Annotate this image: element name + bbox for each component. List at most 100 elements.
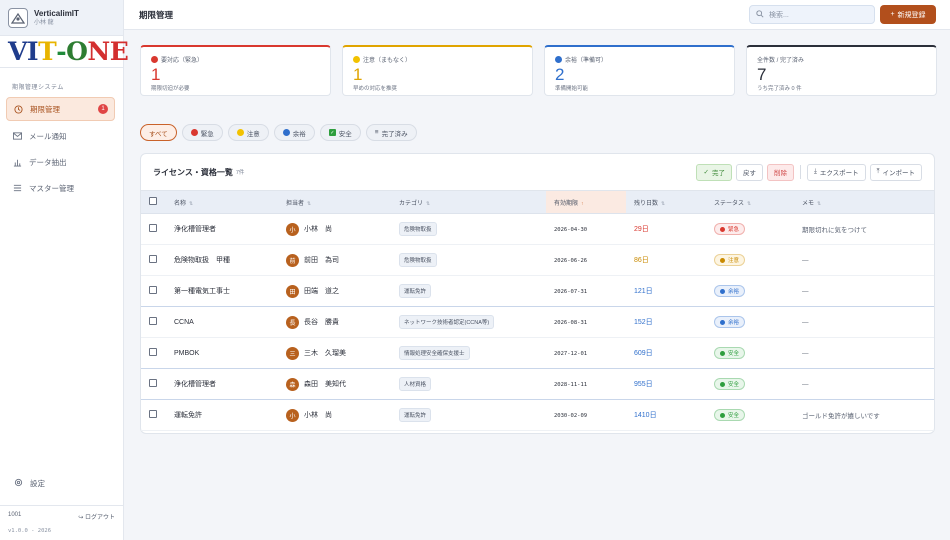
- expiry-cell: 2026-06-26: [546, 244, 626, 276]
- summary-card-label: 注意（まもなく）: [353, 55, 522, 64]
- table-row[interactable]: 危険物取扱 甲種前前田 為司 危険物取扱 2026-06-26 86日 注意 —: [141, 244, 934, 276]
- export-button[interactable]: ⤓ エクスポート: [806, 163, 866, 181]
- row-checkbox[interactable]: [149, 255, 157, 263]
- export-label: エクスポート: [819, 170, 859, 177]
- complete-button[interactable]: ✓ 完了: [696, 163, 732, 181]
- logo-letter: -: [56, 37, 67, 66]
- table-row[interactable]: 運転免許小小林 尚運転免許 2030-02-09 1410日 安全 ゴールド免許が嬉しい…: [141, 399, 934, 431]
- vit-one-logo: VIT-ONE: [0, 36, 129, 68]
- row-checkbox-cell[interactable]: [141, 275, 166, 307]
- divider: [799, 165, 801, 179]
- category-tag: 情報処理安全確保支援士: [399, 346, 470, 360]
- workspace-header[interactable]: VerticalimIT 小林 龍: [0, 0, 123, 36]
- row-checkbox[interactable]: [149, 379, 157, 387]
- status-cell: 余裕: [706, 275, 794, 307]
- filter-chip[interactable]: 注意: [227, 124, 269, 141]
- sidebar-item-deadline[interactable]: 期限管理 1: [6, 97, 115, 121]
- topbar: 期限管理 検索... + 新規登録: [124, 0, 950, 30]
- status-label: 余裕: [728, 320, 740, 326]
- row-checkbox-cell[interactable]: [141, 213, 166, 245]
- import-button[interactable]: ⤒ インポート: [869, 163, 922, 181]
- restore-button[interactable]: 戻す: [735, 163, 763, 181]
- page-title: 期限管理: [139, 9, 174, 20]
- filter-chip[interactable]: 緊急: [181, 124, 223, 141]
- column-header-memo[interactable]: メモ ⇅: [794, 190, 934, 214]
- row-checkbox[interactable]: [149, 286, 157, 294]
- table-row[interactable]: 浄化槽管理者小小林 尚危険物取扱 2026-04-30 29日 緊急 期限切れに気をつけ…: [141, 213, 934, 245]
- category-tag: 危険物取扱: [399, 222, 437, 236]
- sidebar-item-data[interactable]: データ抽出: [6, 151, 115, 173]
- column-header-owner[interactable]: 担当者 ⇅: [278, 190, 391, 214]
- row-checkbox[interactable]: [149, 224, 157, 232]
- new-registration-button[interactable]: + 新規登録: [880, 5, 936, 24]
- summary-card[interactable]: 注意（まもなく） 1 早めの対応を推奨: [342, 45, 533, 96]
- check-icon: ✓: [328, 129, 336, 136]
- filter-chip[interactable]: ✓ 安全: [319, 124, 361, 141]
- row-checkbox[interactable]: [149, 317, 157, 325]
- memo: 期限切れに気をつけて: [794, 213, 934, 245]
- summary-cards: 要対応（緊急） 1 期限切迫が必要 注意（まもなく） 1 早めの対応を推奨 余裕（準備可） 2…: [140, 45, 937, 96]
- row-checkbox-cell[interactable]: [141, 244, 166, 276]
- row-checkbox-cell[interactable]: [141, 399, 166, 431]
- sidebar: VerticalimIT 小林 龍 VIT-ONE 期限管理システム 期限管理 …: [0, 0, 129, 540]
- delete-button[interactable]: 削除: [766, 163, 794, 181]
- filter-chip[interactable]: すべて: [140, 124, 177, 141]
- memo: —: [794, 275, 934, 307]
- summary-card[interactable]: 余裕（準備可） 2 準備開始可能: [544, 45, 735, 96]
- expiry-date: 2026-06-26: [554, 257, 588, 264]
- owner: 森森田 美知代: [286, 377, 391, 391]
- status-label: 安全: [728, 351, 740, 357]
- column-header-name[interactable]: 名称 ⇅: [166, 190, 278, 214]
- sidebar-item-mail[interactable]: メール通知: [6, 125, 115, 147]
- expiry-cell: 2026-08-31: [546, 306, 626, 338]
- select-all-checkbox[interactable]: [141, 190, 166, 214]
- sidebar-item-master[interactable]: マスター管理: [6, 177, 115, 199]
- logo-letter: O: [66, 37, 88, 66]
- row-checkbox[interactable]: [149, 348, 157, 356]
- table-row[interactable]: PMBOK 三三木 久瑠美 情報処理安全確保支援士 2027-12-01 609日 安全 —: [141, 337, 934, 369]
- row-checkbox-cell[interactable]: [141, 368, 166, 400]
- status-label: 安全: [728, 413, 740, 419]
- column-header-days-left[interactable]: 残り日数 ⇅: [626, 190, 706, 214]
- days-left: 86日: [634, 257, 649, 264]
- status-dot-icon: [720, 288, 725, 294]
- owner-cell: 三三木 久瑠美: [278, 337, 391, 369]
- status-label: 注意: [728, 258, 740, 264]
- search-input[interactable]: 検索...: [749, 5, 875, 24]
- summary-card-value: 7: [757, 65, 767, 84]
- status-badge: 緊急: [714, 223, 746, 235]
- logout-button[interactable]: ↪ ログアウト: [78, 512, 115, 521]
- summary-card[interactable]: 要対応（緊急） 1 期限切迫が必要: [140, 45, 331, 96]
- owner-name: 小林 尚: [304, 412, 332, 419]
- summary-card-desc: 期限切迫が必要: [151, 86, 190, 92]
- status-badge: 余裕: [714, 316, 746, 328]
- owner: 三三木 久瑠美: [286, 346, 391, 360]
- owner: 小小林 尚: [286, 222, 391, 236]
- row-checkbox[interactable]: [149, 410, 157, 418]
- row-checkbox-cell[interactable]: [141, 337, 166, 369]
- logout-label: ログアウト: [84, 515, 115, 521]
- status-badge: 安全: [714, 378, 746, 390]
- owner-name: 長谷 勝貴: [304, 319, 339, 326]
- import-label: インポート: [882, 170, 916, 177]
- summary-card[interactable]: 全件数 / 完了済み 7 うち完了済み 0 件: [746, 45, 937, 96]
- status-cell: 緊急: [706, 213, 794, 245]
- category-tag: ネットワーク技術者認定(CCNA等): [399, 315, 495, 329]
- row-checkbox-cell[interactable]: [141, 306, 166, 338]
- days-left: 152日: [634, 319, 653, 326]
- filter-chip[interactable]: 余裕: [273, 124, 315, 141]
- settings-link[interactable]: 設定: [8, 478, 51, 489]
- table-row[interactable]: CCNA 長長谷 勝貴 ネットワーク技術者認定(CCNA等) 2026-08-31 15…: [141, 306, 934, 338]
- days-left: 121日: [634, 288, 653, 295]
- status-dot-icon: [720, 381, 725, 387]
- filter-chip[interactable]: ≡ 完了済み: [365, 124, 417, 141]
- table-row[interactable]: 浄化槽管理者森森田 美知代 人材資格 2028-11-11 955日 安全 —: [141, 368, 934, 400]
- table-row[interactable]: 第一種電気工事士田田端 道之 運転免許 2026-07-31 121日 余裕 —: [141, 275, 934, 307]
- avatar: 長: [286, 315, 299, 329]
- avatar: 前: [286, 253, 299, 267]
- expiry-date: 2030-02-09: [554, 412, 588, 419]
- status-dot-icon: [236, 129, 244, 136]
- column-header-expiry[interactable]: 有効期限 ↑: [546, 190, 626, 214]
- column-header-category[interactable]: カテゴリ ⇅: [391, 190, 546, 214]
- column-header-status[interactable]: ステータス ⇅: [706, 190, 794, 214]
